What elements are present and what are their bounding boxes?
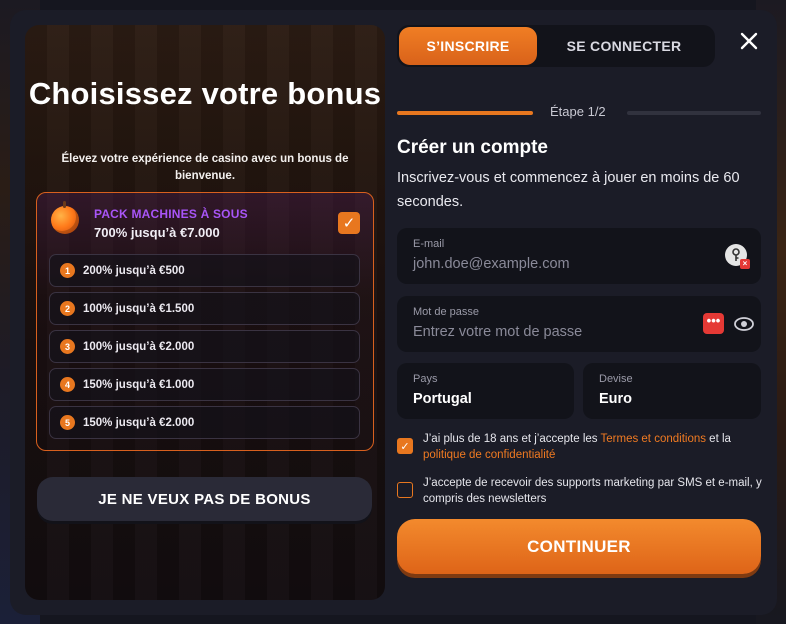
tab-login[interactable]: SE CONNECTER [537,27,711,65]
bonus-tier-item: 3 100% jusqu’à €2.000 [49,330,360,363]
step-progress-remaining [627,111,761,115]
tier-number-badge: 4 [60,377,75,392]
tab-register[interactable]: S’INSCRIRE [399,27,537,65]
tier-label: 150% jusqu’à €1.000 [83,378,195,391]
tier-number-badge: 3 [60,339,75,354]
marketing-checkbox[interactable] [397,482,413,498]
tier-label: 200% jusqu’à €500 [83,264,185,277]
form-title: Créer un compte [397,137,548,158]
tier-number-badge: 2 [60,301,75,316]
password-field[interactable]: Mot de passe Entrez votre mot de passe •… [397,296,761,352]
selected-bonus-card[interactable]: PACK MACHINES À SOUS 700% jusqu’à €7.000… [36,192,374,451]
tier-number-badge: 1 [60,263,75,278]
tier-label: 100% jusqu’à €1.500 [83,302,195,315]
bonus-tier-item: 1 200% jusqu’à €500 [49,254,360,287]
email-label: E-mail [413,238,445,250]
orange-fruit-icon [51,201,79,234]
terms-text-start: J’ai plus de 18 ans et j’accepte les [423,433,601,445]
tier-label: 150% jusqu’à €2.000 [83,416,195,429]
terms-checkbox[interactable]: ✓ [397,438,413,454]
terms-text: J’ai plus de 18 ans et j’accepte les Ter… [423,431,763,463]
password-generator-icon[interactable]: ••• [703,313,724,334]
key-error-badge: × [740,259,750,269]
country-select[interactable]: Pays Portugal [397,363,574,419]
marketing-consent-row: J’accepte de recevoir des supports marke… [397,475,763,507]
email-field[interactable]: E-mail john.doe@example.com × [397,228,761,284]
currency-value: Euro [599,391,633,407]
eye-icon[interactable] [733,314,755,334]
terms-consent-row: ✓ J’ai plus de 18 ans et j’accepte les T… [397,431,763,463]
step-label: Étape 1/2 [550,104,606,119]
bonus-panel: Choisissez votre bonus Élevez votre expé… [25,25,385,600]
selected-bonus-name: PACK MACHINES À SOUS [94,207,248,221]
selected-bonus-value: 700% jusqu’à €7.000 [94,225,220,240]
marketing-text: J’accepte de recevoir des supports marke… [423,477,762,505]
signup-modal: Choisissez votre bonus Élevez votre expé… [10,10,777,615]
no-bonus-button[interactable]: JE NE VEUX PAS DE BONUS [37,477,372,521]
terms-text-middle: et la [705,433,731,445]
bonus-tier-item: 5 150% jusqu’à €2.000 [49,406,360,439]
bonus-selected-checkbox[interactable]: ✓ [338,212,360,234]
country-value: Portugal [413,391,472,407]
bonus-panel-title: Choisissez votre bonus [28,76,382,111]
close-button[interactable] [736,28,762,54]
password-input[interactable]: Entrez votre mot de passe [413,324,582,340]
password-manager-key-icon[interactable]: × [725,244,750,269]
form-description: Inscrivez-vous et commencez à jouer en m… [397,170,740,210]
country-label: Pays [413,373,438,385]
tier-label: 100% jusqu’à €2.000 [83,340,195,353]
selected-bonus-header[interactable]: PACK MACHINES À SOUS 700% jusqu’à €7.000… [37,193,373,245]
currency-select[interactable]: Devise Euro [583,363,761,419]
bonus-tier-item: 4 150% jusqu’à €1.000 [49,368,360,401]
bonus-tier-item: 2 100% jusqu’à €1.500 [49,292,360,325]
privacy-policy-link[interactable]: politique de confidentialité [423,449,555,461]
step-progress-done [397,111,533,115]
continue-button[interactable]: CONTINUER [397,519,761,574]
email-input[interactable]: john.doe@example.com [413,256,570,272]
bonus-tier-list: 1 200% jusqu’à €500 2 100% jusqu’à €1.50… [49,254,360,444]
currency-label: Devise [599,373,633,385]
password-label: Mot de passe [413,306,480,318]
tier-number-badge: 5 [60,415,75,430]
terms-link[interactable]: Termes et conditions [601,433,706,445]
auth-tabs: S’INSCRIRE SE CONNECTER [397,25,715,67]
bonus-panel-subtitle: Élevez votre expérience de casino avec u… [61,153,349,182]
close-icon [740,32,758,50]
